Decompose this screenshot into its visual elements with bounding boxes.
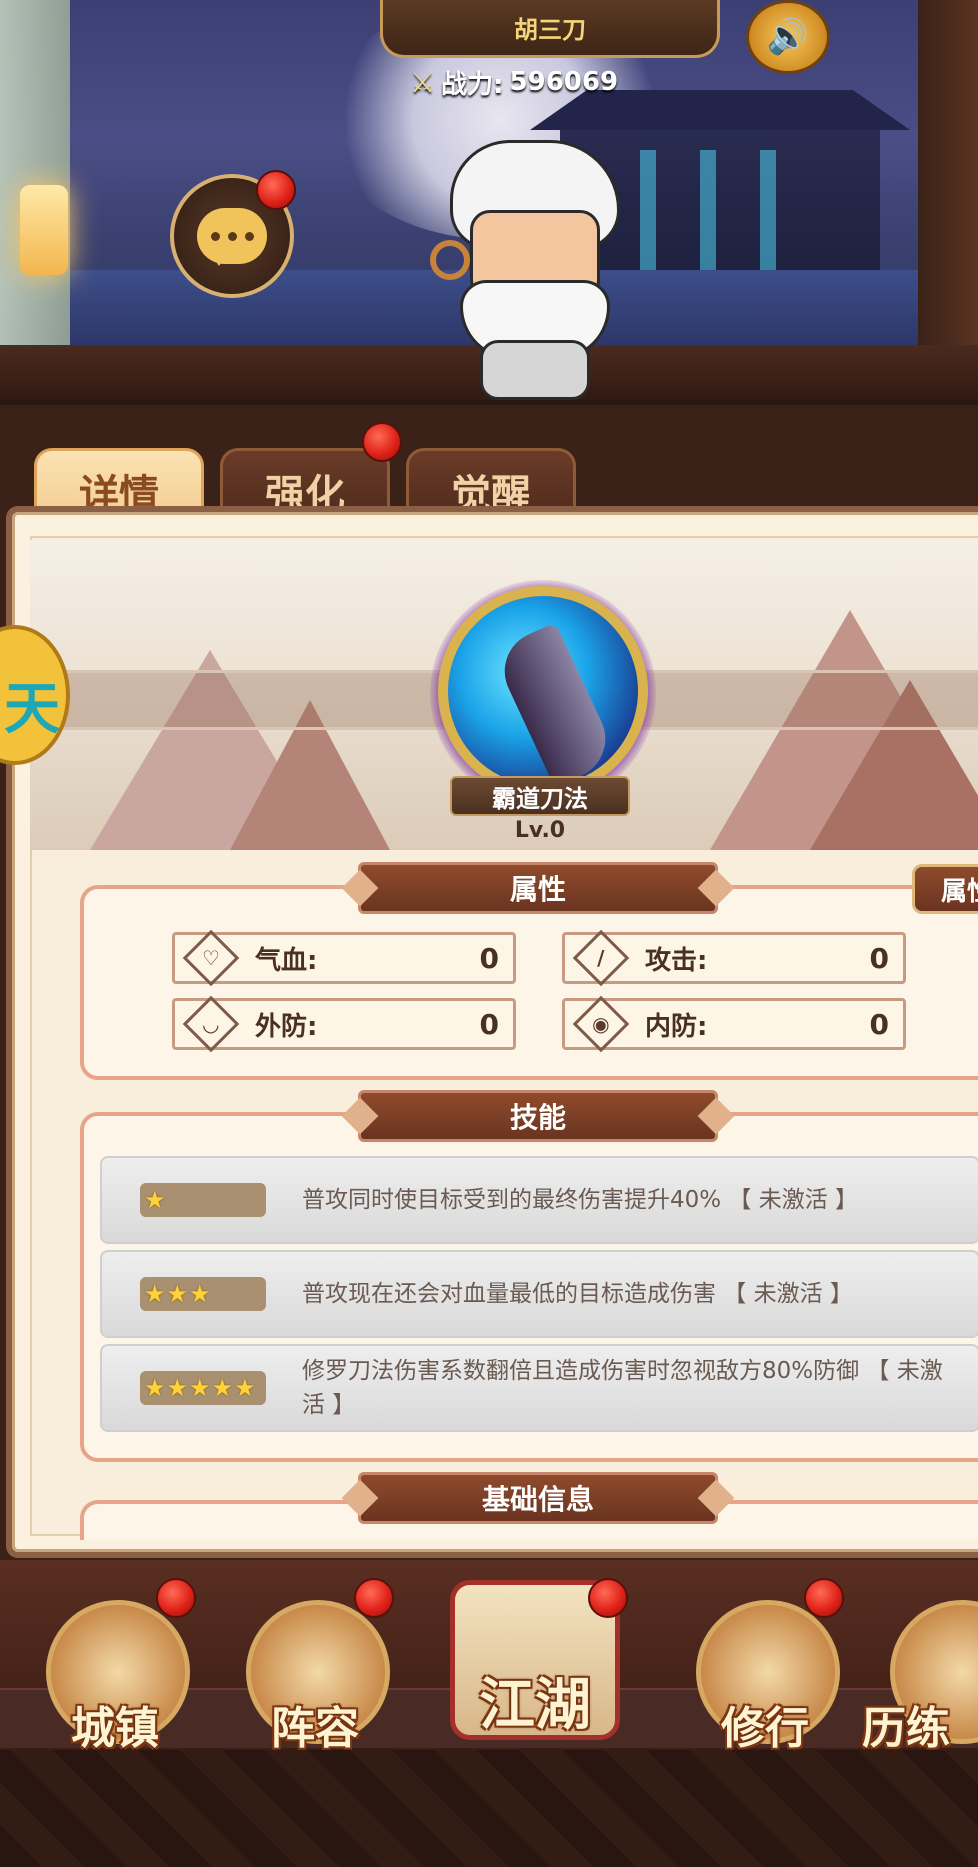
attributes-title: 属性 bbox=[358, 862, 718, 914]
lantern-icon bbox=[20, 185, 68, 275]
star-icon: ★ bbox=[211, 1374, 234, 1402]
skill-description: 修罗刀法伤害系数翻倍且造成伤害时忽视敌方80%防御 【 未激活 】 bbox=[302, 1358, 943, 1418]
glowing-pillar bbox=[640, 150, 656, 270]
attr-label: 攻击: bbox=[645, 945, 708, 976]
curtain-right bbox=[918, 0, 978, 380]
side-tab-label: 属性 bbox=[941, 876, 978, 907]
nav-badge bbox=[588, 1578, 628, 1618]
star-icon: ★ bbox=[144, 1374, 166, 1402]
hero-name-plate: 胡三刀 bbox=[380, 0, 720, 58]
skill-row: ★ ★ ★ ★ ★ 修罗刀法伤害系数翻倍且造成伤害时忽视敌方80%防御 【 未激活 】 bbox=[100, 1344, 978, 1432]
attr-value: 0 bbox=[479, 1007, 499, 1041]
power-label: 战力: bbox=[441, 69, 504, 100]
nav-badge bbox=[804, 1578, 844, 1618]
attr-outer-defense: ◡ 外防: 0 bbox=[172, 995, 516, 1053]
nav-jianghu-label[interactable]: 江湖 bbox=[440, 1660, 630, 1741]
side-event-glyph: 天 bbox=[4, 677, 60, 742]
star-icon: ★ bbox=[144, 1186, 166, 1214]
crossed-swords-icon: ⚔ bbox=[410, 65, 436, 99]
attr-label: 外防: bbox=[255, 1011, 318, 1042]
attr-inner-defense: ◉ 内防: 0 bbox=[562, 995, 906, 1053]
shield-icon: ◡ bbox=[182, 995, 240, 1053]
nav-trial-label[interactable]: 历练 bbox=[862, 1692, 978, 1756]
chat-bubble-icon bbox=[197, 208, 267, 266]
star-rating: ★ ★ ★ ★ ★ bbox=[140, 1371, 266, 1405]
skill-description: 普攻同时使目标受到的最终伤害提升40% 【 未激活 】 bbox=[302, 1187, 859, 1213]
star-icon: ★ bbox=[234, 1374, 256, 1402]
flame-icon: ◉ bbox=[572, 995, 630, 1053]
combat-power: ⚔ 战力: 596069 bbox=[410, 62, 670, 102]
hero-detail-screen: 胡三刀 ⚔ 战力: 596069 🔊 详情 强化 觉醒 天 霸道刀法 Lv.0 … bbox=[0, 0, 978, 1867]
power-value: 596069 bbox=[509, 67, 619, 97]
star-icon: ★ bbox=[189, 1374, 211, 1402]
nav-badge bbox=[156, 1578, 196, 1618]
hero-name: 胡三刀 bbox=[514, 16, 586, 44]
hero-body bbox=[480, 340, 590, 400]
attr-label: 气血: bbox=[255, 945, 318, 976]
attr-value: 0 bbox=[869, 1007, 889, 1041]
glowing-pillar bbox=[700, 150, 716, 270]
sound-button[interactable]: 🔊 bbox=[746, 0, 830, 74]
attr-hp: ♡ 气血: 0 bbox=[172, 929, 516, 987]
star-icon: ★ bbox=[166, 1280, 189, 1308]
sword-icon: / bbox=[572, 929, 630, 987]
star-icon: ★ bbox=[144, 1280, 166, 1308]
enhance-notification-badge bbox=[362, 422, 402, 462]
skill-row: ★ 普攻同时使目标受到的最终伤害提升40% 【 未激活 】 bbox=[100, 1156, 978, 1244]
hero-character[interactable] bbox=[430, 140, 630, 400]
skill-name: 霸道刀法 bbox=[492, 784, 588, 813]
star-icon: ★ bbox=[166, 1374, 189, 1402]
skill-name-plate: 霸道刀法 bbox=[450, 776, 630, 816]
chat-notification-badge bbox=[256, 170, 296, 210]
skills-title: 技能 bbox=[358, 1090, 718, 1142]
sword-hilt bbox=[430, 240, 470, 280]
bottom-pattern bbox=[0, 1750, 978, 1867]
star-icon: ★ bbox=[189, 1280, 211, 1308]
attr-attack: / 攻击: 0 bbox=[562, 929, 906, 987]
nav-badge bbox=[354, 1578, 394, 1618]
nav-cultivate-label[interactable]: 修行 bbox=[670, 1692, 860, 1756]
attributes-side-tab[interactable]: 属性 bbox=[912, 864, 978, 914]
skill-level: Lv.0 bbox=[514, 818, 566, 843]
skill-description: 普攻现在还会对血量最低的目标造成伤害 【 未激活 】 bbox=[302, 1281, 853, 1307]
skill-row: ★ ★ ★ 普攻现在还会对血量最低的目标造成伤害 【 未激活 】 bbox=[100, 1250, 978, 1338]
attr-label: 内防: bbox=[645, 1011, 708, 1042]
attr-value: 0 bbox=[869, 941, 889, 975]
basic-info-title: 基础信息 bbox=[358, 1472, 718, 1524]
heart-icon: ♡ bbox=[182, 929, 240, 987]
star-rating: ★ ★ ★ bbox=[140, 1277, 266, 1311]
glowing-pillar bbox=[760, 150, 776, 270]
nav-town-label[interactable]: 城镇 bbox=[20, 1692, 210, 1756]
speaker-icon: 🔊 bbox=[766, 17, 810, 57]
attr-value: 0 bbox=[479, 941, 499, 975]
nav-lineup-label[interactable]: 阵容 bbox=[220, 1692, 410, 1756]
star-rating: ★ bbox=[140, 1183, 266, 1217]
